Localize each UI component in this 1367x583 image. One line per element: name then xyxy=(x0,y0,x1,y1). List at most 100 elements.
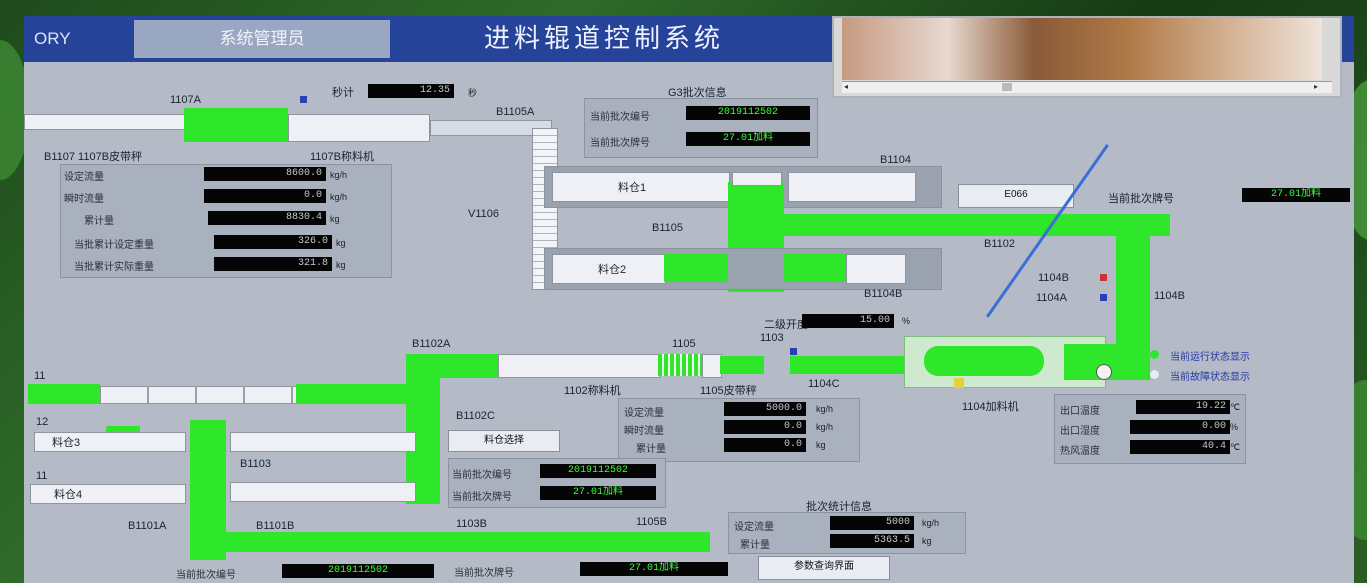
camera-scrollbar[interactable]: ◂ ▸ xyxy=(842,81,1332,93)
page-title: 进料辊道控制系统 xyxy=(484,24,725,54)
tag-1104c: 1104C xyxy=(808,378,840,390)
speed-value: 15.00 xyxy=(802,314,894,328)
scroll-left-icon[interactable]: ◂ xyxy=(844,82,848,92)
stat-unit: kg xyxy=(336,238,346,248)
tag-1104b: 1104B xyxy=(1038,272,1069,284)
indicator xyxy=(300,96,307,103)
param-query-button[interactable]: 参数查询界面 xyxy=(758,556,890,580)
stat-unit: kg/h xyxy=(330,170,348,180)
batch-brand-label: 当前批次牌号 xyxy=(590,138,650,149)
label-1104-machine: 1104加料机 xyxy=(962,401,1019,413)
stat-value: 5000.0 xyxy=(724,402,806,416)
pipe-1105-a xyxy=(658,354,702,376)
bin-lower-label: 料仓2 xyxy=(598,264,627,276)
stat-unit: % xyxy=(1230,422,1239,432)
legend-fault-icon xyxy=(1150,370,1159,379)
stat-value: 0.0 xyxy=(724,420,806,434)
tag-b1102-right: B1102 xyxy=(984,238,1015,250)
pipe-row2-feed xyxy=(106,426,140,432)
belt-1105 xyxy=(702,354,722,378)
stat-label: 当批累计实际重量 xyxy=(74,262,154,273)
pipe-bottom xyxy=(190,532,710,552)
indicator-yellow xyxy=(954,378,964,388)
timer-value: 12.35 xyxy=(368,84,454,98)
stat-unit: kg xyxy=(922,536,932,546)
tag-b1101a: B1101A xyxy=(128,520,167,532)
timer-label: 秒计 xyxy=(332,87,354,99)
batch-id-label: 当前批次编号 xyxy=(590,112,650,123)
bin-row2-label: 料仓4 xyxy=(54,489,83,501)
stat-value: 0.00 xyxy=(1130,420,1230,434)
tag-b1102a: B1102A xyxy=(412,338,451,350)
belt-1102 xyxy=(498,354,660,378)
pipe-horizontal-top xyxy=(784,214,1170,236)
stat-value: 5363.5 xyxy=(830,534,914,548)
scroll-thumb[interactable] xyxy=(1002,83,1012,91)
tag-1104-right: 1104B xyxy=(1154,290,1185,302)
bin-select-button[interactable]: 料仓选择 xyxy=(448,430,560,452)
stat-value: 321.8 xyxy=(214,257,332,271)
pipe-1102-join xyxy=(406,354,498,378)
stat-value: 8830.4 xyxy=(208,211,326,225)
camera-feed: ◂ ▸ xyxy=(832,16,1342,98)
tag-11: 11 xyxy=(34,370,46,382)
speed-unit: % xyxy=(902,316,911,326)
stat-label: 热风温度 xyxy=(1060,446,1100,457)
pipe-row1-right xyxy=(296,384,406,404)
tag-b1104b: B1104B xyxy=(864,288,903,300)
tag-1103: 1103 xyxy=(760,332,784,344)
right-batch-value: 27.01加料 xyxy=(1242,188,1350,202)
camera-image xyxy=(842,18,1322,80)
pipe-lower-left xyxy=(664,254,728,282)
stat-value: 0.0 xyxy=(204,189,326,203)
indicator-blue xyxy=(790,348,797,355)
tag-1103b: 1103B xyxy=(456,518,487,530)
stat-value: 40.4 xyxy=(1130,440,1230,454)
indicator-blue xyxy=(1100,294,1107,301)
tag-11b: 11 xyxy=(36,470,48,482)
belt-1107 xyxy=(24,114,186,130)
stat-label: 设定流量 xyxy=(624,408,664,419)
tag-1104a: 1104A xyxy=(1036,292,1067,304)
stat-label: 出口湿度 xyxy=(1060,426,1100,437)
stat-value: 5000 xyxy=(830,516,914,530)
bin-upper-label: 料仓1 xyxy=(618,182,647,194)
legend-run-icon xyxy=(1150,350,1159,359)
stat-unit: kg xyxy=(336,260,346,270)
legend-run-label: 当前运行状态显示 xyxy=(1170,352,1250,363)
hmi-screen: ORY 系统管理员 进料辊道控制系统 ◂ ▸ 1107A 秒计 12.35 秒 … xyxy=(24,16,1354,583)
stat-unit: kg/h xyxy=(816,422,834,432)
pipe-1107a xyxy=(184,108,288,142)
stat-label: 出口温度 xyxy=(1060,406,1100,417)
tag-v1106: V1106 xyxy=(468,208,499,220)
mid-batch-brand-value: 27.01加料 xyxy=(540,486,656,500)
stat-label: 累计量 xyxy=(636,444,666,455)
tag-b1102c: B1102C xyxy=(456,410,495,422)
stat-label: 当批累计设定重量 xyxy=(74,240,154,251)
tag-1105: 1105 xyxy=(672,338,696,350)
tag-b1104-top: B1104 xyxy=(880,154,911,166)
belt-1107b xyxy=(288,114,430,142)
stat-value: 19.22 xyxy=(1136,400,1230,414)
stat-value: 326.0 xyxy=(214,235,332,249)
stat-value: 8600.0 xyxy=(204,167,326,181)
scale-caption: 1107B称料机 xyxy=(310,151,374,163)
pipe-1105-c xyxy=(790,356,904,374)
batch-id-value: 2019112502 xyxy=(686,106,810,120)
e066-button[interactable]: E066 xyxy=(958,184,1074,208)
belt-row2-right xyxy=(230,432,416,452)
tab-history[interactable]: ORY xyxy=(24,20,134,58)
bottom-batch-brand-label: 当前批次牌号 xyxy=(454,568,514,579)
tag-b1103: B1103 xyxy=(240,458,271,470)
bin-upper-right xyxy=(788,172,916,202)
label-1102-scale: 1102称料机 xyxy=(564,385,621,397)
tab-system-admin[interactable]: 系统管理员 xyxy=(134,20,390,58)
legend-fault-label: 当前故障状态显示 xyxy=(1170,372,1250,383)
stat-label: 瞬时流量 xyxy=(64,194,104,205)
scroll-right-icon[interactable]: ▸ xyxy=(1314,82,1318,92)
tag-b1105: B1105 xyxy=(652,222,683,234)
stat-label: 累计量 xyxy=(84,216,114,227)
stat-unit: ℃ xyxy=(1230,442,1241,452)
stat-unit: ℃ xyxy=(1230,402,1241,412)
machine-fan-icon xyxy=(1096,364,1112,380)
